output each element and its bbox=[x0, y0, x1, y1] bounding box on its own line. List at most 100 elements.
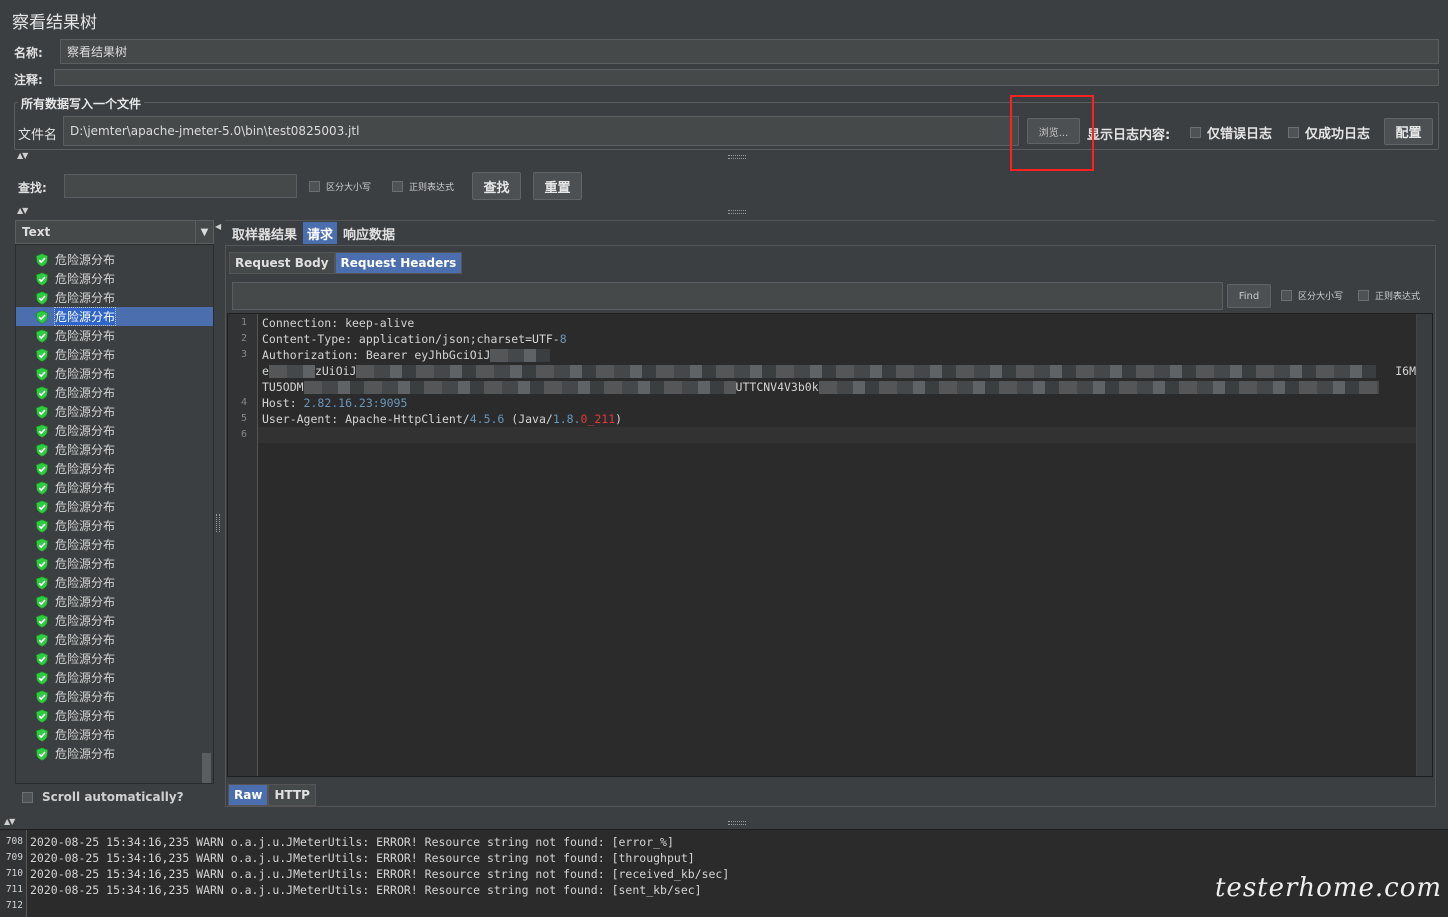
scroll-auto-label: Scroll automatically? bbox=[42, 790, 184, 804]
errors-only-checkbox[interactable] bbox=[1190, 127, 1201, 138]
regex-checkbox[interactable] bbox=[392, 181, 403, 192]
name-input[interactable]: 察看结果树 bbox=[60, 39, 1439, 64]
tree-item[interactable]: 危险源分布 bbox=[16, 326, 213, 345]
tree-item[interactable]: 危险源分布 bbox=[16, 630, 213, 649]
tree-item-label: 危险源分布 bbox=[55, 291, 116, 305]
tree-item-label: 危险源分布 bbox=[55, 481, 116, 495]
success-shield-icon bbox=[35, 613, 55, 628]
page-title: 察看结果树 bbox=[12, 13, 97, 33]
tree-item[interactable]: 危险源分布 bbox=[16, 592, 213, 611]
tab-request-body[interactable]: Request Body bbox=[229, 252, 335, 274]
renderer-select[interactable]: Text ▼ bbox=[15, 220, 214, 244]
tree-item[interactable]: 危险源分布 bbox=[16, 478, 213, 497]
line-number: 2 bbox=[240, 333, 247, 344]
collapse-arrows-icon[interactable]: ▲▼ bbox=[17, 206, 28, 215]
tree-item-label: 危险源分布 bbox=[55, 538, 116, 552]
scroll-auto-checkbox[interactable] bbox=[22, 791, 33, 803]
editor-case-label: 区分大小写 bbox=[1298, 292, 1344, 302]
success-shield-icon bbox=[35, 461, 55, 476]
success-shield-icon bbox=[35, 347, 55, 362]
tree-item[interactable]: 危险源分布 bbox=[16, 497, 213, 516]
log-line-number: 709 bbox=[5, 852, 23, 863]
collapse-left-icon[interactable]: ◀ bbox=[215, 222, 224, 232]
tree-item-label: 危险源分布 bbox=[55, 747, 116, 761]
tree-item-label: 危险源分布 bbox=[55, 424, 116, 438]
tree-item[interactable]: 危险源分布 bbox=[16, 364, 213, 383]
log-line-number: 711 bbox=[5, 884, 23, 895]
tree-item[interactable]: 危险源分布 bbox=[16, 611, 213, 630]
results-tree[interactable]: 危险源分布 危险源分布 危险源分布 危险源分布 危险源分布 危险源分布 危险源分布 危险源分布… bbox=[15, 244, 214, 784]
tree-item-label: 危险源分布 bbox=[55, 614, 116, 628]
chevron-down-icon[interactable]: ▼ bbox=[195, 221, 213, 243]
tree-item[interactable]: 危险源分布 bbox=[16, 744, 213, 763]
line-number: 1 bbox=[240, 317, 247, 328]
tree-item[interactable]: 危险源分布 bbox=[16, 402, 213, 421]
tree-item[interactable]: 危险源分布 bbox=[16, 687, 213, 706]
tab-request[interactable]: 请求 bbox=[303, 222, 338, 244]
vertical-splitter-grip-icon[interactable] bbox=[216, 514, 220, 532]
tree-item[interactable]: 危险源分布 bbox=[16, 269, 213, 288]
tree-item-label: 危险源分布 bbox=[55, 405, 116, 419]
tab-http[interactable]: HTTP bbox=[268, 784, 316, 806]
log-line-number: 708 bbox=[5, 836, 23, 847]
reset-button[interactable]: 重置 bbox=[533, 172, 582, 200]
tree-item[interactable]: 危险源分布 bbox=[16, 649, 213, 668]
tree-item[interactable]: 危险源分布 bbox=[16, 535, 213, 554]
highlight-box bbox=[1010, 95, 1094, 171]
file-label: 文件名 bbox=[18, 128, 58, 143]
success-shield-icon bbox=[35, 480, 55, 495]
find-button[interactable]: 查找 bbox=[472, 172, 521, 200]
tree-item[interactable]: 危险源分布 bbox=[16, 307, 213, 326]
editor-search-input[interactable] bbox=[232, 282, 1223, 310]
editor-case-checkbox[interactable] bbox=[1281, 290, 1292, 301]
tree-item[interactable]: 危险源分布 bbox=[16, 383, 213, 402]
filename-input[interactable]: D:\jemter\apache-jmeter-5.0\bin\test0825… bbox=[63, 116, 1019, 146]
editor-find-button[interactable]: Find bbox=[1227, 284, 1271, 308]
tree-item-label: 危险源分布 bbox=[55, 500, 116, 514]
log-line-number: 712 bbox=[5, 900, 23, 911]
splitter-grip-icon[interactable] bbox=[728, 155, 746, 159]
success-shield-icon bbox=[35, 442, 55, 457]
request-headers-editor[interactable]: 1 2 3 4 5 6 Connection: keep-alive Conte… bbox=[227, 313, 1433, 777]
splitter-grip-icon[interactable] bbox=[728, 821, 746, 825]
comment-input[interactable] bbox=[54, 69, 1439, 86]
tab-raw[interactable]: Raw bbox=[228, 784, 269, 806]
tree-item[interactable]: 危险源分布 bbox=[16, 288, 213, 307]
tree-item[interactable]: 危险源分布 bbox=[16, 250, 213, 269]
tree-item[interactable]: 危险源分布 bbox=[16, 516, 213, 535]
tree-item[interactable]: 危险源分布 bbox=[16, 668, 213, 687]
tree-scrollbar-thumb[interactable] bbox=[202, 753, 211, 783]
tree-item[interactable]: 危险源分布 bbox=[16, 706, 213, 725]
line-number bbox=[228, 379, 257, 395]
errors-only-label: 仅错误日志 bbox=[1207, 127, 1273, 142]
tree-item[interactable]: 危险源分布 bbox=[16, 345, 213, 364]
success-shield-icon bbox=[35, 708, 55, 723]
name-label: 名称: bbox=[14, 46, 43, 60]
editor-scrollbar[interactable] bbox=[1416, 314, 1432, 776]
collapse-arrows-icon[interactable]: ▲▼ bbox=[4, 817, 15, 826]
tab-request-headers[interactable]: Request Headers bbox=[334, 252, 463, 274]
tab-sampler-result[interactable]: 取样器结果 bbox=[228, 222, 301, 244]
case-sensitive-checkbox[interactable] bbox=[309, 181, 320, 192]
tree-item-label: 危险源分布 bbox=[55, 728, 116, 742]
tree-item[interactable]: 危险源分布 bbox=[16, 421, 213, 440]
success-only-label: 仅成功日志 bbox=[1305, 127, 1371, 142]
log-line: 2020-08-25 15:34:16,235 WARN o.a.j.u.JMe… bbox=[30, 851, 695, 865]
success-shield-icon bbox=[35, 651, 55, 666]
tab-response-data[interactable]: 响应数据 bbox=[339, 222, 399, 244]
tree-item[interactable]: 危险源分布 bbox=[16, 554, 213, 573]
tree-item[interactable]: 危险源分布 bbox=[16, 440, 213, 459]
tree-item[interactable]: 危险源分布 bbox=[16, 725, 213, 744]
collapse-arrows-icon[interactable]: ▲▼ bbox=[17, 151, 28, 160]
search-input[interactable] bbox=[64, 174, 297, 198]
success-only-checkbox[interactable] bbox=[1288, 127, 1299, 138]
configure-button[interactable]: 配置 bbox=[1384, 118, 1433, 145]
editor-regex-checkbox[interactable] bbox=[1358, 290, 1369, 301]
log-line: 2020-08-25 15:34:16,235 WARN o.a.j.u.JMe… bbox=[30, 883, 702, 897]
tree-item-label: 危险源分布 bbox=[55, 557, 116, 571]
regex-label: 正则表达式 bbox=[409, 183, 455, 193]
tree-item[interactable]: 危险源分布 bbox=[16, 573, 213, 592]
splitter-grip-icon[interactable] bbox=[728, 210, 746, 214]
tree-item[interactable]: 危险源分布 bbox=[16, 459, 213, 478]
